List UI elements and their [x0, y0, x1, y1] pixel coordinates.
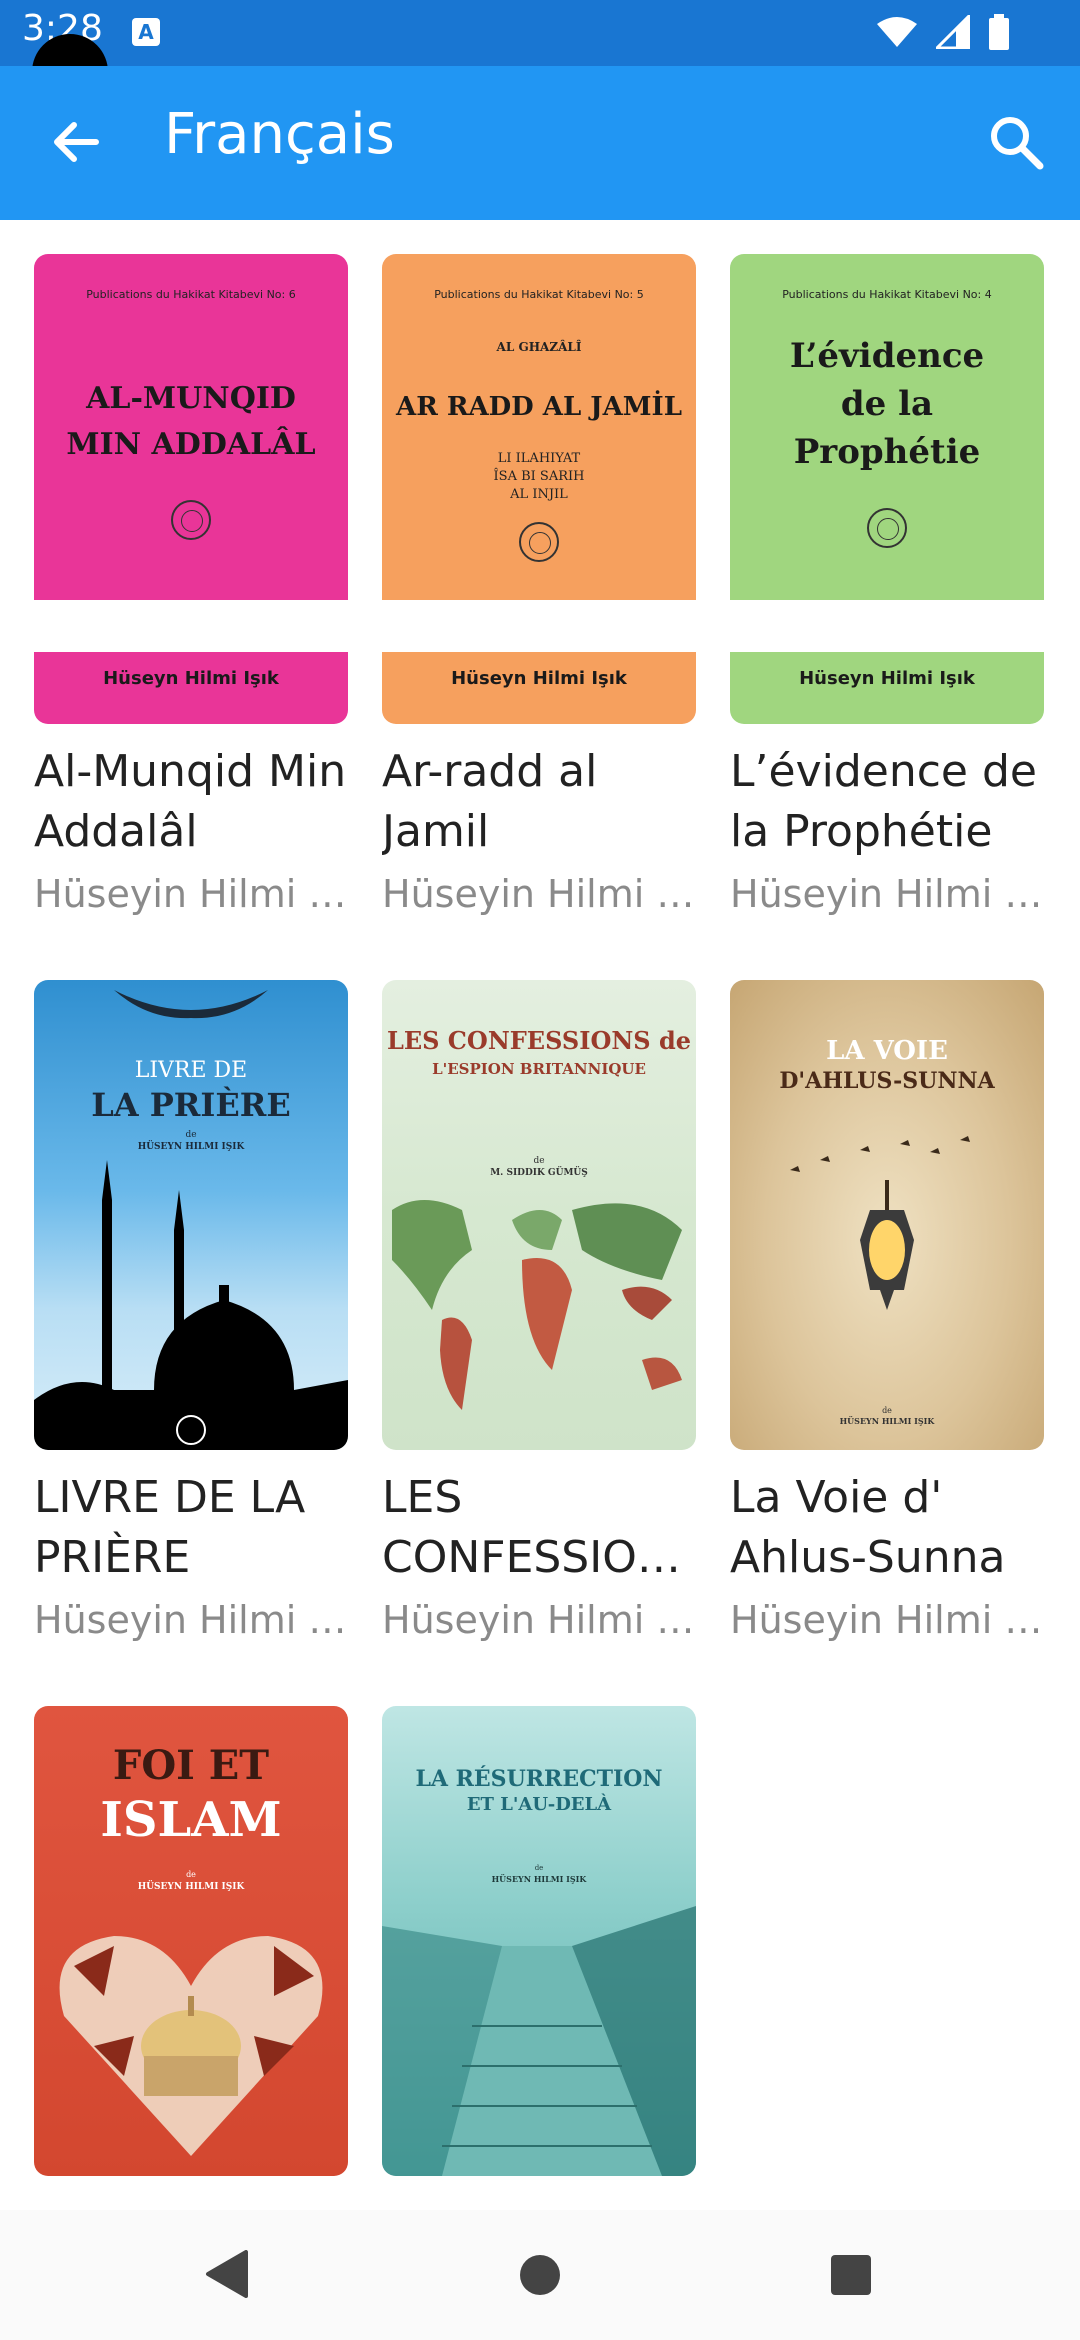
cover-by: de	[882, 1406, 892, 1415]
cover-title-line-2: de la	[840, 384, 934, 424]
app-bar: Français	[0, 66, 1080, 220]
nav-home-icon[interactable]	[519, 2254, 561, 2296]
cover-subtitle-3: AL INJIL	[510, 487, 568, 502]
cover-author: Hüseyn Hilmi Işık	[799, 668, 975, 689]
cover-title-line-3: Prophétie	[793, 432, 981, 472]
book-title: Ar-radd al Jamil	[382, 746, 598, 857]
book-author: Hüseyin Hilmi Işık	[34, 1598, 348, 1642]
book-title: L’évidence de la Prophétie	[730, 746, 1037, 857]
book-author: Hüseyin Hilmi Işık	[382, 872, 696, 916]
status-bar: 3:28 A	[0, 0, 1080, 110]
cover-publisher: Publications du Hakikat Kitabevi No: 6	[86, 288, 296, 301]
cover-title-line-2: ET L'AU-DELÀ	[466, 1794, 612, 1815]
book-author: Hüseyin Hilmi Işık	[382, 1598, 696, 1642]
book-card[interactable]: Publications du Hakikat Kitabevi No: 5 A…	[382, 254, 696, 980]
book-cover[interactable]: LA RÉSURRECTION ET L'AU-DELÀ de HÜSEYN H…	[382, 1706, 696, 2176]
path-landscape-image	[382, 1906, 696, 2176]
book-title: LES CONFESSIONS DE L'ESPION BRITANNIQUE	[382, 1472, 696, 1583]
search-icon[interactable]	[984, 110, 1050, 176]
book-card[interactable]: LES CONFESSIONS de L'ESPION BRITANNIQUE …	[382, 980, 696, 1706]
cover-author: Hüseyn Hilmi Işık	[103, 668, 279, 689]
system-nav-bar	[0, 2210, 1080, 2340]
cover-subtitle-2: ÎSA BI SARIH	[493, 469, 585, 484]
nav-recents-icon[interactable]	[830, 2254, 872, 2296]
cover-title-line-2: ISLAM	[100, 1792, 282, 1848]
book-card[interactable]: LA VOIE D'AHLUS-SUNNA de HÜSEYN HILMI IŞ…	[730, 980, 1044, 1706]
book-title: LIVRE DE LA PRIÈRE	[34, 1472, 306, 1583]
book-card[interactable]: LIVRE DE LA PRIÈRE de HÜSEYN HILMI IŞIK …	[34, 980, 348, 1706]
cover-title-line-1: LES CONFESSIONS de	[386, 1026, 692, 1055]
book-cover[interactable]: FOI ET ISLAM de HÜSEYN HILMI IŞIK	[34, 1706, 348, 2176]
arrow-left-icon[interactable]	[46, 112, 106, 172]
book-author: Hüseyin Hilmi Işık	[34, 872, 348, 916]
book-cover[interactable]: LA VOIE D'AHLUS-SUNNA de HÜSEYN HILMI IŞ…	[730, 980, 1044, 1450]
cover-author: HÜSEYN HILMI IŞIK	[491, 1874, 587, 1884]
status-icons	[876, 14, 1010, 50]
cover-title-line-2: LA PRIÈRE	[91, 1086, 291, 1124]
cover-author: HÜSEYN HILMI IŞIK	[137, 1142, 245, 1152]
cover-pretitle: AL GHAZÂLÎ	[496, 340, 582, 354]
cover-title-line-1: L’évidence	[789, 336, 985, 376]
book-card[interactable]: Publications du Hakikat Kitabevi No: 6 A…	[34, 254, 348, 980]
heart-dome-image	[59, 1936, 323, 2156]
wifi-icon	[877, 17, 917, 47]
ornament-icon	[114, 990, 268, 1019]
cover-title: AL-MUNQID MIN ADDALÂL	[66, 381, 316, 462]
cover-title-line-1: LA VOIE	[826, 1036, 948, 1066]
cover-title-line-2: D'AHLUS-SUNNA	[779, 1068, 995, 1094]
book-title: Al-Munqid Min Addalâl	[34, 746, 347, 857]
book-author: Hüseyin Hilmi Işık	[730, 1598, 1044, 1642]
cover-by: de	[534, 1864, 544, 1872]
nav-back-icon[interactable]	[204, 2250, 250, 2298]
cover-title-line-1: LIVRE DE	[134, 1058, 248, 1083]
notification-a-icon: A	[132, 18, 160, 46]
books-grid: Publications du Hakikat Kitabevi No: 6 A…	[34, 254, 1046, 2340]
cover-author: HÜSEYN HILMI IŞIK	[137, 1882, 245, 1892]
cover-title-line-1: FOI ET	[112, 1742, 270, 1789]
battery-icon	[989, 14, 1009, 50]
book-cover[interactable]: Publications du Hakikat Kitabevi No: 5 A…	[382, 254, 696, 724]
book-cover[interactable]: LES CONFESSIONS de L'ESPION BRITANNIQUE …	[382, 980, 696, 1450]
seal-icon	[867, 508, 907, 548]
lantern-icon	[790, 1136, 970, 1310]
seal-icon	[171, 500, 211, 540]
world-map-image	[392, 1200, 682, 1410]
book-cover[interactable]: LIVRE DE LA PRIÈRE de HÜSEYN HILMI IŞIK	[34, 980, 348, 1450]
book-cover[interactable]: Publications du Hakikat Kitabevi No: 6 A…	[34, 254, 348, 724]
book-title: La Voie d' Ahlus-Sunna	[730, 1472, 1006, 1583]
cover-author: M. SIDDIK GÜMÜŞ	[490, 1168, 588, 1178]
cover-by: de	[533, 1156, 545, 1166]
book-card[interactable]: Publications du Hakikat Kitabevi No: 4 L…	[730, 254, 1044, 980]
cover-by: de	[185, 1130, 197, 1140]
cover-title: AR RADD AL JAMİL	[396, 392, 682, 422]
cover-author: HÜSEYN HILMI IŞIK	[839, 1416, 935, 1426]
signal-icon	[936, 15, 970, 49]
cover-author: Hüseyn Hilmi Işık	[451, 668, 627, 689]
cover-subtitle-1: LI ILAHIYAT	[497, 451, 581, 466]
cover-by: de	[186, 1870, 196, 1879]
book-author: Hüseyin Hilmi Işık	[730, 872, 1044, 916]
mosque-silhouette	[34, 1160, 348, 1450]
book-cover[interactable]: Publications du Hakikat Kitabevi No: 4 L…	[730, 254, 1044, 724]
page-title: Français	[164, 102, 395, 167]
cover-publisher: Publications du Hakikat Kitabevi No: 4	[782, 288, 992, 301]
cover-publisher: Publications du Hakikat Kitabevi No: 5	[434, 288, 644, 301]
cover-title-line-2: L'ESPION BRITANNIQUE	[432, 1060, 646, 1078]
seal-icon	[519, 522, 559, 562]
cover-title-line-1: LA RÉSURRECTION	[415, 1766, 663, 1792]
